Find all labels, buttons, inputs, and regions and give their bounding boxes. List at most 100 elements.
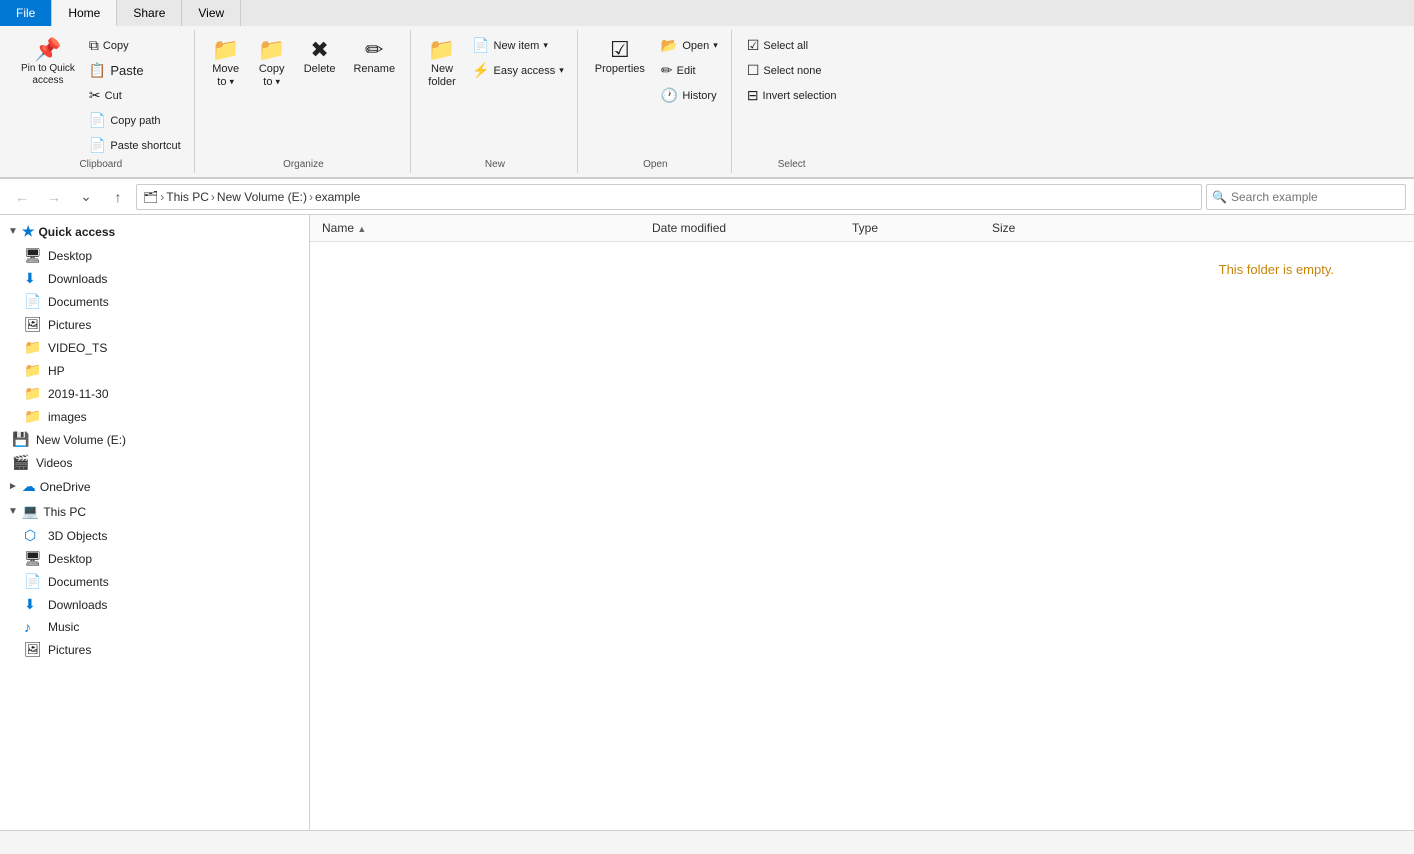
sidebar-item-desktop[interactable]: 🖥 Desktop 📌: [0, 244, 309, 267]
address-path[interactable]: 🗂 › This PC › New Volume (E:) › example: [136, 184, 1202, 210]
date-folder-icon: 📁: [24, 385, 44, 402]
sidebar-item-desktop2[interactable]: 🖥 Desktop: [0, 547, 309, 570]
easy-access-button[interactable]: ⚡ Easy access ▾: [467, 59, 569, 82]
copy-to-button[interactable]: 📁 Copyto ▾: [251, 34, 293, 94]
pin-icon: 📌: [34, 39, 61, 61]
sidebar-item-date-folder[interactable]: 📁 2019-11-30: [0, 382, 309, 405]
cut-icon: ✂: [89, 87, 101, 104]
select-none-button[interactable]: ☐ Select none: [742, 59, 842, 82]
sidebar-item-new-volume[interactable]: 💾 New Volume (E:): [0, 428, 309, 451]
sidebar-item-downloads2[interactable]: ⬇ Downloads: [0, 593, 309, 616]
invert-icon: ⊟: [747, 87, 759, 104]
sidebar-item-music[interactable]: ♪ Music: [0, 616, 309, 638]
documents-icon: 📄: [24, 293, 44, 310]
sidebar-item-images[interactable]: 📁 images: [0, 405, 309, 428]
organize-group: 📁 Moveto ▾ 📁 Copyto ▾ ✖ Delete ✏ Rename …: [197, 30, 411, 173]
video-ts-icon: 📁: [24, 339, 44, 356]
paste-button[interactable]: 📋 Paste: [84, 59, 186, 82]
path-folder-icon: 🗂: [143, 190, 158, 204]
properties-button[interactable]: ☑ Properties: [588, 34, 652, 81]
col-date-header[interactable]: Date modified: [648, 219, 848, 237]
new-volume-icon: 💾: [12, 431, 32, 448]
path-this-pc[interactable]: This PC: [166, 190, 209, 204]
search-icon: 🔍: [1212, 190, 1227, 204]
file-area: Name ▲ Date modified Type Size This fold…: [310, 215, 1414, 830]
move-to-button[interactable]: 📁 Moveto ▾: [205, 34, 247, 94]
tab-view[interactable]: View: [182, 0, 241, 26]
address-bar: ← → ⌄ ↑ 🗂 › This PC › New Volume (E:) › …: [0, 179, 1414, 215]
onedrive-cloud-icon: ☁: [22, 478, 36, 495]
invert-selection-button[interactable]: ⊟ Invert selection: [742, 84, 842, 107]
sidebar-container: ▼ ★ Quick access 🖥 Desktop 📌 ⬇ Downloads…: [0, 215, 310, 830]
documents2-icon: 📄: [24, 573, 44, 590]
file-list-header: Name ▲ Date modified Type Size: [310, 215, 1414, 242]
sidebar-this-pc-header[interactable]: ▼ 💻 This PC: [0, 499, 309, 524]
cut-copy-path-group: ✂ Cut 📄 Copy path 📄 Paste shortcut: [84, 84, 186, 157]
rename-button[interactable]: ✏ Rename: [346, 34, 402, 81]
sidebar-quick-access-header[interactable]: ▼ ★ Quick access: [0, 219, 309, 244]
recent-button[interactable]: ⌄: [72, 183, 100, 211]
sidebar-item-downloads[interactable]: ⬇ Downloads 📌: [0, 267, 309, 290]
sidebar-item-video-ts[interactable]: 📁 VIDEO_TS 📌: [0, 336, 309, 359]
objects-3d-icon: ⬡: [24, 527, 44, 544]
forward-button[interactable]: →: [40, 183, 68, 211]
select-all-button[interactable]: ☑ Select all: [742, 34, 842, 57]
sidebar-item-hp[interactable]: 📁 HP 📌: [0, 359, 309, 382]
new-folder-button[interactable]: 📁 Newfolder: [421, 34, 463, 94]
col-name-header[interactable]: Name ▲: [318, 219, 648, 237]
this-pc-label: This PC: [43, 505, 86, 519]
organize-label: Organize: [205, 157, 402, 173]
col-size-header[interactable]: Size: [988, 219, 1088, 237]
cut-button[interactable]: ✂ Cut: [84, 84, 186, 107]
edit-button[interactable]: ✏ Edit: [656, 59, 723, 82]
new-item-button[interactable]: 📄 New item ▾: [467, 34, 569, 57]
sidebar-onedrive-header[interactable]: ► ☁ OneDrive: [0, 474, 309, 499]
properties-icon: ☑: [610, 39, 630, 61]
pin-quick-access-button[interactable]: 📌 Pin to Quick access: [16, 34, 80, 92]
sidebar: ▼ ★ Quick access 🖥 Desktop 📌 ⬇ Downloads…: [0, 215, 310, 830]
quick-access-label: Quick access: [38, 225, 115, 239]
quick-access-star-icon: ★: [22, 223, 35, 240]
back-button[interactable]: ←: [8, 183, 36, 211]
col-type-header[interactable]: Type: [848, 219, 988, 237]
paste-shortcut-button[interactable]: 📄 Paste shortcut: [84, 134, 186, 157]
search-input[interactable]: [1206, 184, 1406, 210]
sidebar-item-documents[interactable]: 📄 Documents 📌: [0, 290, 309, 313]
copy-paste-group: ⧉ Copy 📋 Paste ✂ Cut 📄: [84, 34, 186, 157]
new-label: New: [421, 157, 569, 173]
new-folder-icon: 📁: [428, 39, 455, 61]
tab-home[interactable]: Home: [52, 0, 117, 27]
up-button[interactable]: ↑: [104, 183, 132, 211]
select-label: Select: [742, 157, 842, 173]
tab-file[interactable]: File: [0, 0, 52, 26]
move-icon: 📁: [212, 39, 239, 61]
open-button[interactable]: 📂 Open ▾: [656, 34, 723, 57]
empty-folder-area: This folder is empty.: [310, 242, 1414, 830]
open-edit-group: 📂 Open ▾ ✏ Edit 🕐 History: [656, 34, 723, 107]
ribbon: 📌 Pin to Quick access ⧉ Copy 📋 Paste: [0, 26, 1414, 179]
sidebar-item-pictures[interactable]: 🖼 Pictures 📌: [0, 313, 309, 336]
videos-icon: 🎬: [12, 454, 32, 471]
copy-button[interactable]: ⧉ Copy: [84, 34, 186, 57]
sidebar-item-pictures2[interactable]: 🖼 Pictures: [0, 638, 309, 661]
sidebar-item-documents2[interactable]: 📄 Documents: [0, 570, 309, 593]
path-example[interactable]: example: [315, 190, 360, 204]
tab-share[interactable]: Share: [117, 0, 182, 26]
onedrive-label: OneDrive: [40, 480, 91, 494]
pictures-icon: 🖼: [24, 316, 44, 333]
open-group: ☑ Properties 📂 Open ▾ ✏ Edit 🕐: [580, 30, 732, 173]
desktop-icon: 🖥: [24, 247, 44, 264]
select-none-icon: ☐: [747, 62, 760, 79]
history-button[interactable]: 🕐 History: [656, 84, 723, 107]
copy-path-button[interactable]: 📄 Copy path: [84, 109, 186, 132]
new-group: 📁 Newfolder 📄 New item ▾ ⚡ Easy access ▾: [413, 30, 578, 173]
search-wrap: 🔍: [1206, 184, 1406, 210]
easy-access-icon: ⚡: [472, 62, 489, 79]
select-group: ☑ Select all ☐ Select none ⊟ Invert sele…: [734, 30, 850, 173]
chevron-thispc-icon: ▼: [8, 506, 18, 517]
sidebar-item-3d-objects[interactable]: ⬡ 3D Objects: [0, 524, 309, 547]
delete-button[interactable]: ✖ Delete: [297, 34, 343, 81]
path-new-volume[interactable]: New Volume (E:): [217, 190, 307, 204]
main-area: ▼ ★ Quick access 🖥 Desktop 📌 ⬇ Downloads…: [0, 215, 1414, 830]
sidebar-item-videos[interactable]: 🎬 Videos: [0, 451, 309, 474]
